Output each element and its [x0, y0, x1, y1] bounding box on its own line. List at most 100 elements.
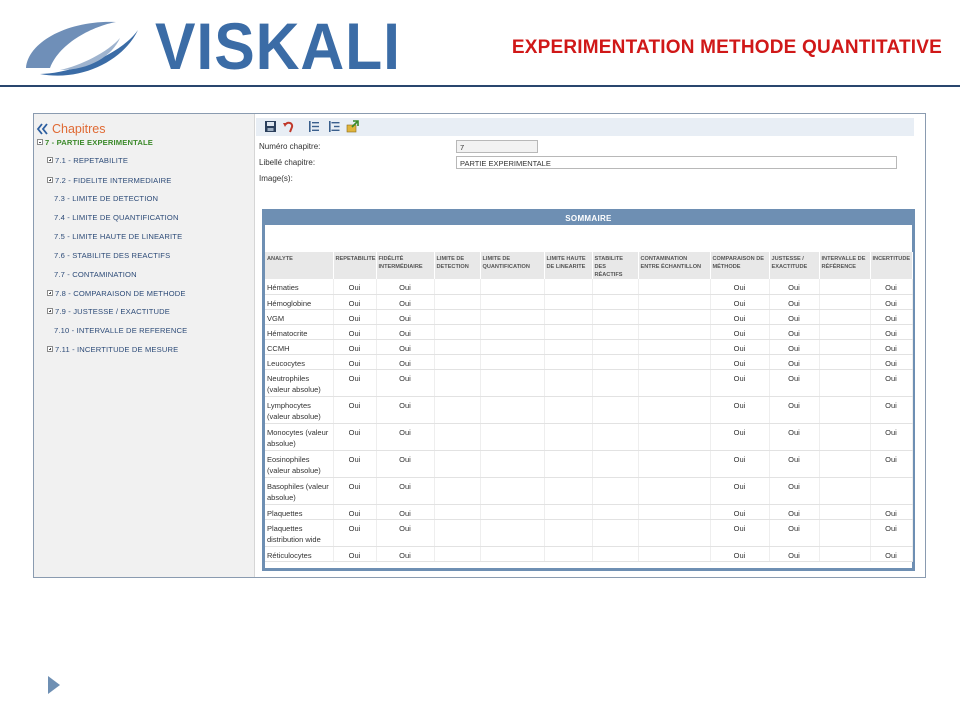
slide-header: VISKALI EXPERIMENTATION METHODE QUANTITA… — [0, 0, 960, 87]
tree-item-4[interactable]: 7.4 - LIMITE DE QUANTIFICATION — [54, 213, 179, 227]
status-cell — [592, 519, 639, 547]
status-cell — [638, 309, 711, 325]
status-cell — [434, 309, 481, 325]
tree-item-2[interactable]: 7.2 - FIDELITE INTERMEDIAIRE — [47, 176, 171, 190]
status-cell — [544, 324, 593, 340]
status-cell — [480, 450, 545, 478]
status-cell: Oui — [376, 504, 435, 520]
status-cell: Oui — [769, 477, 820, 505]
tree-item-7[interactable]: 7.7 - CONTAMINATION — [54, 270, 137, 284]
analyte-cell: Lymphocytes (valeur absolue) — [265, 396, 334, 424]
list-icon[interactable] — [308, 120, 321, 133]
status-cell: Oui — [870, 354, 913, 370]
status-cell — [638, 294, 711, 310]
table-row: CCMH Oui Oui Oui Oui Oui — [265, 339, 913, 355]
status-cell — [544, 477, 593, 505]
app-window: Chapitres 7 - PARTIE EXPERIMENTALE 7.1 - … — [33, 113, 926, 578]
undo-icon[interactable] — [282, 120, 295, 133]
status-cell: Oui — [870, 450, 913, 478]
status-cell: Oui — [376, 477, 435, 505]
status-cell — [434, 354, 481, 370]
logo-swoosh-icon — [26, 21, 138, 76]
status-cell: Oui — [376, 354, 435, 370]
table-row: Monocytes (valeur absolue) Oui Oui Oui Oui Ou… — [265, 423, 913, 451]
status-cell — [434, 294, 481, 310]
tree-item-6[interactable]: 7.6 - STABILITE DES REACTIFS — [54, 251, 170, 265]
status-cell: Oui — [870, 519, 913, 547]
tree-item-8[interactable]: 7.8 - COMPARAISON DE METHODE — [47, 289, 186, 303]
status-cell — [544, 354, 593, 370]
save-icon[interactable] — [264, 120, 277, 133]
tree-item-0[interactable]: 7 - PARTIE EXPERIMENTALE — [37, 138, 153, 152]
export-icon[interactable] — [346, 120, 359, 133]
status-cell — [544, 279, 593, 295]
status-cell: Oui — [333, 423, 377, 451]
summary-table: ANALYTE REPETABILITE FIDÉLITÉ INTERMÉDIAIR… — [265, 252, 913, 562]
status-cell — [592, 294, 639, 310]
expand-node-icon[interactable] — [47, 308, 53, 314]
analyte-cell: Hémoglobine — [265, 294, 334, 310]
status-cell: Oui — [376, 309, 435, 325]
table-row: Plaquettes Oui Oui Oui Oui Oui — [265, 504, 913, 520]
collapse-sidebar-icon[interactable] — [36, 123, 48, 135]
tree-item-label: 7.9 - JUSTESSE / EXACTITUDE — [55, 307, 171, 316]
table-row: Réticulocytes Oui Oui Oui Oui Oui — [265, 546, 913, 562]
chapter-number-field[interactable]: 7 — [456, 140, 538, 153]
status-cell — [819, 519, 871, 547]
status-cell — [434, 477, 481, 505]
table-row: Eosinophiles (valeur absolue) Oui Oui Oui Ou… — [265, 450, 913, 478]
tree-item-11[interactable]: 7.11 - INCERTITUDE DE MESURE — [47, 345, 178, 359]
tree-item-1[interactable]: 7.1 - REPETABILITE — [47, 156, 128, 170]
expand-node-icon[interactable] — [47, 346, 53, 352]
tree-item-9[interactable]: 7.9 - JUSTESSE / EXACTITUDE — [47, 307, 170, 321]
images-label: Image(s): — [259, 174, 293, 183]
status-cell: Oui — [333, 504, 377, 520]
status-cell — [480, 324, 545, 340]
tree-item-10[interactable]: 7.10 - INTERVALLE DE REFERENCE — [54, 326, 187, 340]
tree-item-label: 7.2 - FIDELITE INTERMEDIAIRE — [55, 176, 172, 185]
tree-item-5[interactable]: 7.5 - LIMITE HAUTE DE LINEARITE — [54, 232, 182, 246]
status-cell: Oui — [769, 324, 820, 340]
status-cell — [819, 309, 871, 325]
status-cell — [434, 396, 481, 424]
status-cell — [592, 504, 639, 520]
column-header: LIMITE HAUTE DE LINEARITE — [544, 252, 593, 279]
status-cell: Oui — [870, 504, 913, 520]
status-cell: Oui — [710, 354, 770, 370]
status-cell — [480, 279, 545, 295]
status-cell — [480, 294, 545, 310]
next-slide-icon[interactable] — [47, 675, 61, 695]
column-header: LIMITE DE DETECTION — [434, 252, 481, 279]
expand-node-icon[interactable] — [47, 290, 53, 296]
status-cell — [480, 309, 545, 325]
tree-item-label: 7.5 - LIMITE HAUTE DE LINEARITE — [54, 232, 183, 241]
status-cell: Oui — [376, 519, 435, 547]
tree-item-label: 7 - PARTIE EXPERIMENTALE — [45, 138, 153, 147]
status-cell — [638, 279, 711, 295]
status-cell: Oui — [333, 279, 377, 295]
status-cell — [480, 339, 545, 355]
chapter-label-field[interactable]: PARTIE EXPERIMENTALE — [456, 156, 897, 169]
analyte-cell: VGM — [265, 309, 334, 325]
status-cell — [544, 546, 593, 562]
tree-item-3[interactable]: 7.3 - LIMITE DE DETECTION — [54, 194, 158, 208]
status-cell — [480, 477, 545, 505]
expand-node-icon[interactable] — [47, 177, 53, 183]
analyte-cell: Réticulocytes — [265, 546, 334, 562]
status-cell — [434, 369, 481, 397]
status-cell — [819, 294, 871, 310]
status-cell: Oui — [333, 450, 377, 478]
status-cell — [819, 369, 871, 397]
chapter-editor: Numéro chapitre: 7 Libellé chapitre: PAR… — [256, 114, 925, 577]
status-cell — [544, 504, 593, 520]
status-cell — [819, 423, 871, 451]
column-header: REPETABILITE — [333, 252, 377, 279]
status-cell: Oui — [769, 369, 820, 397]
analyte-cell: Hématocrite — [265, 324, 334, 340]
table-row: Plaquettes distribution wide Oui Oui Oui Oui… — [265, 519, 913, 547]
collapse-node-icon[interactable] — [37, 139, 43, 145]
indent-list-icon[interactable] — [328, 120, 341, 133]
table-row: Neutrophiles (valeur absolue) Oui Oui Oui Ou… — [265, 369, 913, 397]
status-cell: Oui — [870, 309, 913, 325]
expand-node-icon[interactable] — [47, 157, 53, 163]
